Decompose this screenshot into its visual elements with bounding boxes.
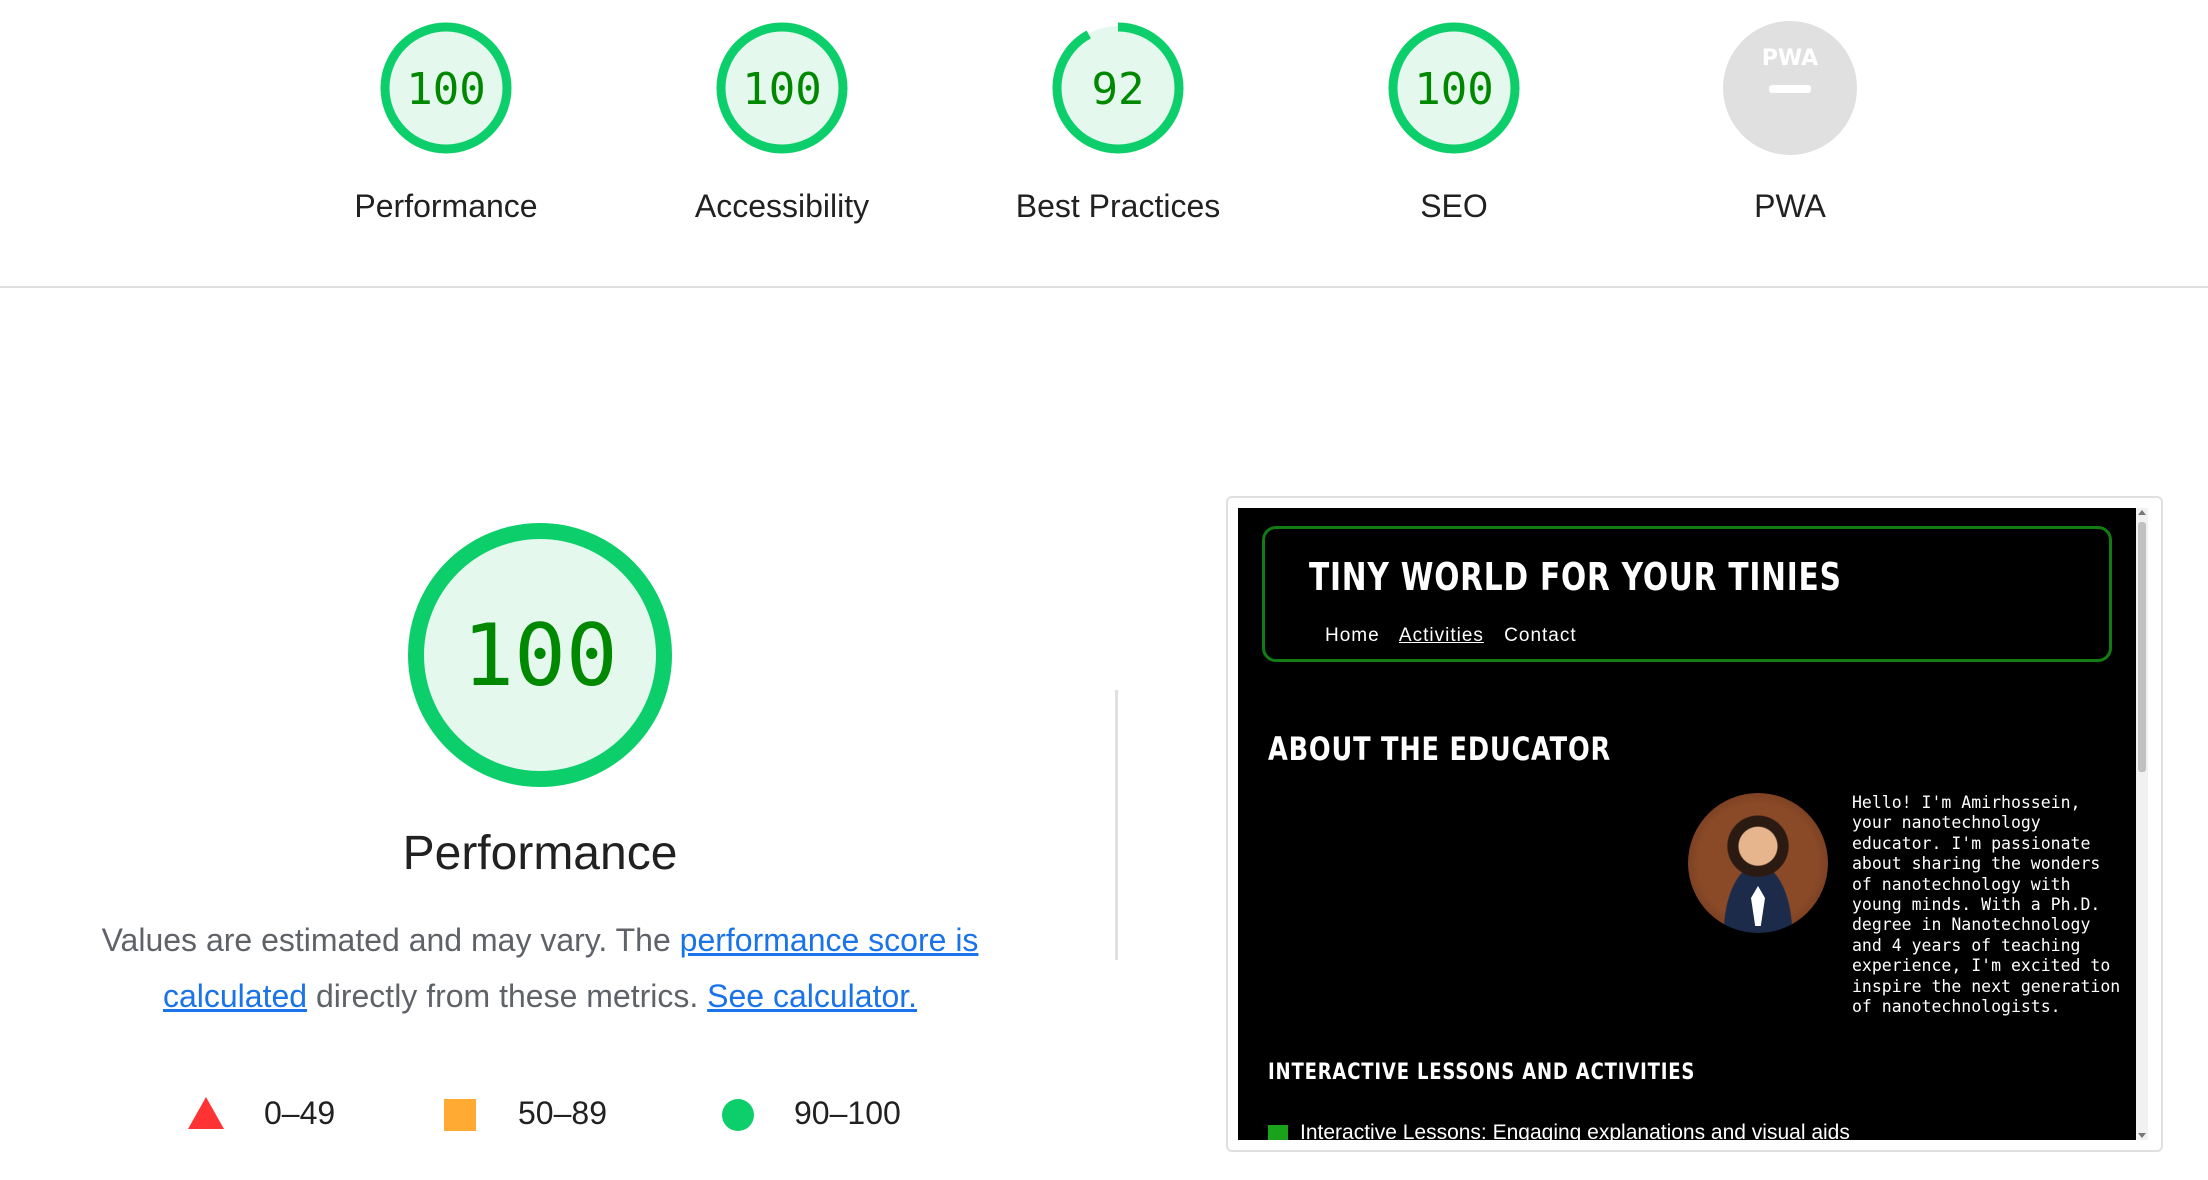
vertical-divider	[1115, 690, 1118, 960]
scroll-thumb[interactable]	[2138, 522, 2146, 772]
header-divider	[0, 286, 2208, 288]
triangle-icon	[188, 1097, 224, 1129]
gauge-accessibility[interactable]: 100 Accessibility	[652, 0, 912, 226]
nav-activities[interactable]: Activities	[1399, 625, 1484, 646]
lessons-heading: INTERACTIVE LESSONS AND ACTIVITIES	[1268, 1060, 1696, 1085]
performance-big-score: 100	[462, 606, 617, 706]
category-gauges: 100 Performance 100 Accessibility 92 Bes…	[0, 0, 2208, 288]
gauge-score: 100	[406, 64, 485, 115]
performance-title: Performance	[402, 827, 678, 880]
lesson-text: Interactive Lessons: Engaging explanatio…	[1300, 1121, 1850, 1140]
pwa-dash-icon	[1769, 85, 1811, 93]
legend-range: 90–100	[794, 1095, 901, 1131]
gauge-label: PWA	[1754, 188, 1826, 224]
about-heading: ABOUT THE EDUCATOR	[1268, 730, 1612, 768]
gauge-pwa[interactable]: PWA PWA	[1660, 0, 1920, 226]
screenshot-preview[interactable]: TINY WORLD FOR YOUR TINIES Home Activiti…	[1238, 508, 2148, 1140]
gauge-seo[interactable]: 100 SEO	[1324, 0, 1584, 226]
preview-scrollbar[interactable]	[2136, 508, 2148, 1140]
gauge-best-practices[interactable]: 92 Best Practices	[988, 0, 1248, 226]
gauge-performance[interactable]: 100 Performance	[316, 0, 576, 226]
legend-range: 0–49	[264, 1095, 336, 1131]
scroll-up-icon[interactable]	[2138, 510, 2146, 515]
description-text: Values are estimated and may vary. The	[101, 922, 680, 958]
gauge-ring: 100	[380, 22, 512, 154]
nav-home[interactable]: Home	[1325, 625, 1380, 646]
see-calculator-link[interactable]: See calculator.	[707, 978, 917, 1014]
lesson-item: Interactive Lessons: Engaging explanatio…	[1268, 1121, 1850, 1140]
performance-big-gauge: 100	[408, 523, 672, 787]
pwa-badge: PWA	[1723, 21, 1857, 155]
gauge-label: SEO	[1420, 188, 1488, 224]
scroll-down-icon[interactable]	[2138, 1133, 2146, 1138]
gauge-score: 100	[1414, 64, 1493, 115]
circle-icon	[722, 1099, 754, 1131]
gauge-ring: 100	[716, 22, 848, 154]
gauge-label: Accessibility	[694, 188, 870, 224]
performance-description: Values are estimated and may vary. The p…	[60, 912, 1020, 1024]
square-icon	[444, 1099, 476, 1131]
pwa-badge-text: PWA	[1762, 46, 1818, 71]
description-text-2: directly from these metrics.	[307, 978, 708, 1014]
gauge-label: Performance	[354, 188, 538, 224]
gauge-ring: 92	[1052, 22, 1184, 154]
gauge-label: Best Practices	[1015, 188, 1221, 224]
legend-range: 50–89	[518, 1095, 607, 1131]
gauge-score: 100	[742, 64, 821, 115]
performance-summary: 100 Performance Values are estimated and…	[60, 520, 1020, 1024]
gauge-ring: 100	[1388, 22, 1520, 154]
educator-bio: Hello! I'm Amirhossein, your nanotechnol…	[1852, 793, 2121, 1017]
nav-contact[interactable]: Contact	[1504, 625, 1576, 646]
site-header: TINY WORLD FOR YOUR TINIES Home Activiti…	[1262, 526, 2112, 662]
site-title: TINY WORLD FOR YOUR TINIES	[1309, 555, 1842, 599]
lesson-icon	[1268, 1125, 1288, 1140]
site-nav: Home Activities Contact	[1325, 625, 1591, 647]
gauge-score: 92	[1092, 64, 1145, 115]
